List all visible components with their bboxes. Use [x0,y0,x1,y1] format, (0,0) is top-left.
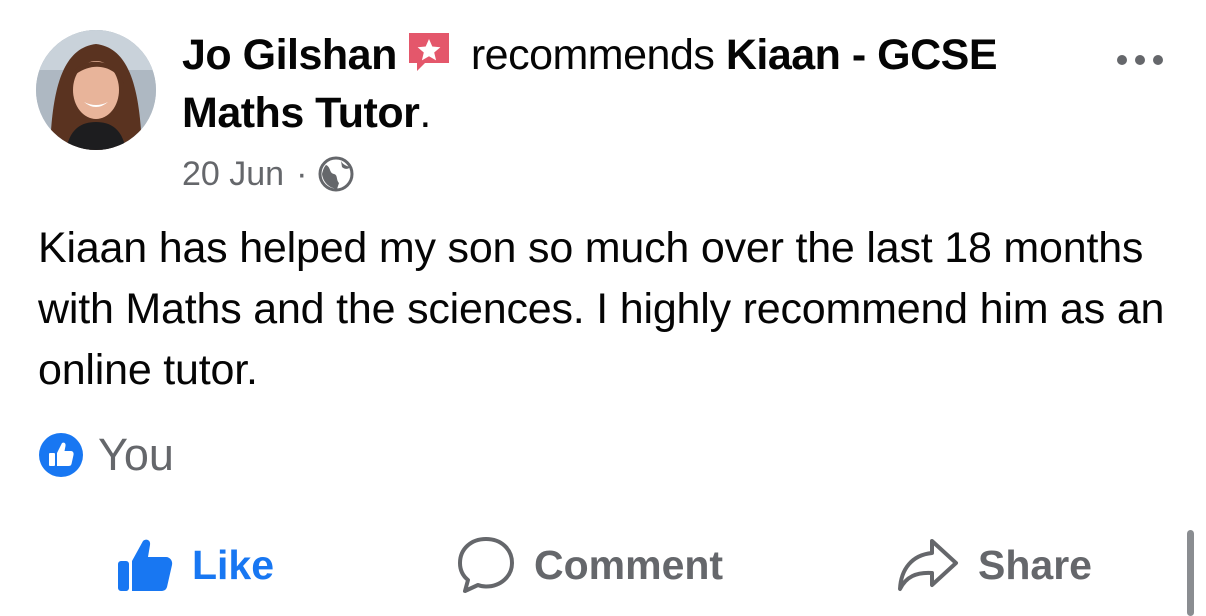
post-body-text: Kiaan has helped my son so much over the… [38,224,1165,394]
globe-icon [317,155,355,193]
share-button[interactable]: Share [896,520,1092,610]
scrollbar[interactable] [1187,530,1194,616]
reaction-names[interactable]: You [98,429,174,481]
like-badge-icon [38,432,84,478]
author-avatar[interactable] [36,30,156,150]
avatar-photo [36,30,156,150]
reactions-summary[interactable]: You [38,428,174,482]
thumbs-up-icon [118,539,173,591]
page-name-period: . [419,89,431,137]
author-name[interactable]: Jo Gilshan [182,31,397,79]
like-button[interactable]: Like [116,520,274,610]
comment-bubble-icon [458,537,514,593]
comment-label: Comment [534,541,724,588]
like-label: Like [192,541,275,588]
post-actions-bar: Like Comment Share [0,520,1206,610]
comment-button[interactable]: Comment [456,520,723,610]
post-meta: 20 Jun · [182,152,355,196]
recommends-verb: recommends [470,31,715,79]
more-options-icon[interactable] [1114,48,1166,72]
meta-separator: · [296,154,308,193]
share-arrow-icon [898,539,958,591]
post-header: Jo Gilshan recommends Kiaan - GCSE Maths… [182,26,1062,142]
recommend-star-icon [405,29,453,75]
share-label: Share [978,541,1092,588]
post-headline: Jo Gilshan recommends Kiaan - GCSE Maths… [182,26,1062,142]
post-card: Jo Gilshan recommends Kiaan - GCSE Maths… [0,0,1206,616]
post-date[interactable]: 20 Jun [182,155,284,194]
